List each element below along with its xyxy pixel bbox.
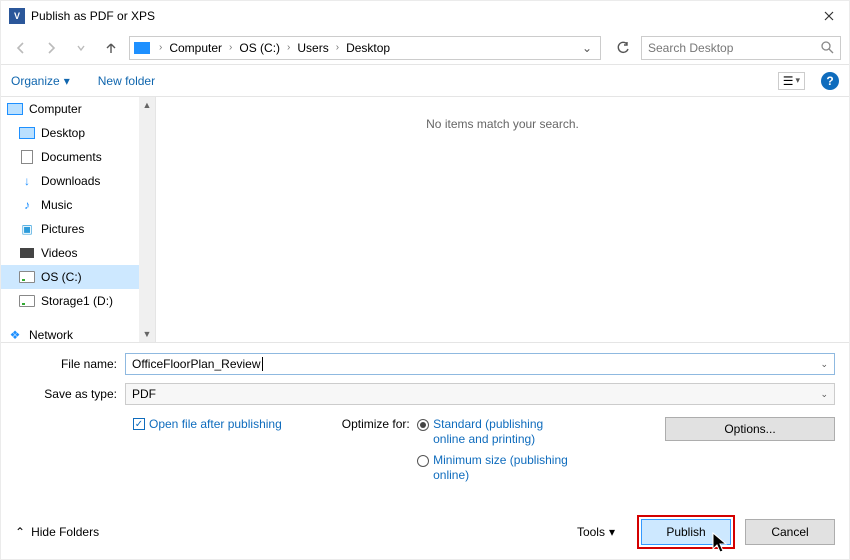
monitor-icon bbox=[134, 42, 150, 54]
optimize-label: Optimize for: bbox=[342, 417, 410, 431]
file-list: No items match your search. bbox=[156, 97, 849, 342]
sidebar-item-computer[interactable]: Computer bbox=[1, 97, 155, 121]
options-button[interactable]: Options... bbox=[665, 417, 835, 441]
video-icon bbox=[20, 248, 34, 258]
hide-folders-button[interactable]: ⌃ Hide Folders bbox=[15, 525, 99, 539]
download-icon: ↓ bbox=[19, 174, 35, 188]
drive-icon bbox=[19, 271, 35, 283]
navigation-sidebar: Computer Desktop Documents ↓Downloads ♪M… bbox=[1, 97, 156, 342]
search-placeholder: Search Desktop bbox=[648, 41, 821, 55]
close-button[interactable] bbox=[809, 1, 849, 31]
sidebar-item-network[interactable]: ❖Network bbox=[1, 323, 155, 342]
desktop-icon bbox=[19, 127, 35, 139]
music-icon: ♪ bbox=[19, 198, 35, 212]
search-input[interactable]: Search Desktop bbox=[641, 36, 841, 60]
app-icon: V bbox=[9, 8, 25, 24]
chevron-right-icon: › bbox=[333, 42, 342, 53]
list-icon: ☰ bbox=[783, 74, 794, 88]
nav-back-button[interactable] bbox=[9, 36, 33, 60]
savetype-label: Save as type: bbox=[15, 387, 125, 401]
optimize-minimum-radio[interactable]: Minimum size (publishing online) bbox=[417, 453, 573, 483]
nav-forward-button[interactable] bbox=[39, 36, 63, 60]
breadcrumb-segment[interactable]: OS (C:) bbox=[235, 41, 284, 55]
chevron-right-icon: › bbox=[156, 42, 165, 53]
sidebar-item-desktop[interactable]: Desktop bbox=[1, 121, 155, 145]
organize-menu[interactable]: Organize▾ bbox=[11, 74, 70, 88]
filename-input[interactable]: OfficeFloorPlan_Review ⌄ bbox=[125, 353, 835, 375]
breadcrumb-segment[interactable]: Computer bbox=[165, 41, 226, 55]
chevron-down-icon[interactable]: ⌄ bbox=[820, 389, 828, 400]
checkbox-checked-icon: ✓ bbox=[133, 418, 145, 430]
sidebar-item-documents[interactable]: Documents bbox=[1, 145, 155, 169]
network-icon: ❖ bbox=[7, 328, 23, 342]
publish-button[interactable]: Publish bbox=[641, 519, 731, 545]
open-after-checkbox[interactable]: ✓ Open file after publishing bbox=[133, 417, 282, 431]
text-cursor bbox=[262, 357, 263, 371]
chevron-down-icon: ▾ bbox=[64, 74, 70, 88]
search-icon bbox=[821, 41, 834, 54]
chevron-down-icon[interactable]: ⌄ bbox=[820, 359, 828, 370]
breadcrumb-segment[interactable]: Desktop bbox=[342, 41, 394, 55]
help-button[interactable]: ? bbox=[821, 72, 839, 90]
breadcrumb-segment[interactable]: Users bbox=[293, 41, 332, 55]
radio-unselected-icon bbox=[417, 455, 429, 467]
sidebar-item-videos[interactable]: Videos bbox=[1, 241, 155, 265]
filename-label: File name: bbox=[15, 357, 125, 371]
pictures-icon: ▣ bbox=[19, 222, 35, 236]
scroll-down-icon[interactable]: ▼ bbox=[139, 326, 155, 342]
savetype-select[interactable]: PDF ⌄ bbox=[125, 383, 835, 405]
optimize-standard-radio[interactable]: Standard (publishing online and printing… bbox=[417, 417, 573, 447]
view-mode-button[interactable]: ☰▾ bbox=[778, 72, 805, 90]
empty-message: No items match your search. bbox=[156, 97, 849, 131]
tools-menu[interactable]: Tools▾ bbox=[577, 525, 615, 539]
chevron-up-icon: ⌃ bbox=[15, 525, 25, 539]
nav-recent-dropdown[interactable] bbox=[69, 36, 93, 60]
refresh-button[interactable] bbox=[611, 36, 635, 60]
scroll-up-icon[interactable]: ▲ bbox=[139, 97, 155, 113]
sidebar-item-osc[interactable]: OS (C:) bbox=[1, 265, 155, 289]
highlight-annotation: Publish bbox=[637, 515, 735, 549]
chevron-right-icon: › bbox=[284, 42, 293, 53]
sidebar-scrollbar[interactable]: ▲ ▼ bbox=[139, 97, 155, 342]
sidebar-item-music[interactable]: ♪Music bbox=[1, 193, 155, 217]
breadcrumb[interactable]: › Computer › OS (C:) › Users › Desktop ⌄ bbox=[129, 36, 601, 60]
nav-up-button[interactable] bbox=[99, 36, 123, 60]
sidebar-item-downloads[interactable]: ↓Downloads bbox=[1, 169, 155, 193]
cancel-button[interactable]: Cancel bbox=[745, 519, 835, 545]
sidebar-item-pictures[interactable]: ▣Pictures bbox=[1, 217, 155, 241]
monitor-icon bbox=[7, 103, 23, 115]
chevron-down-icon[interactable]: ⌄ bbox=[582, 41, 592, 55]
drive-icon bbox=[19, 295, 35, 307]
chevron-down-icon: ▾ bbox=[609, 525, 615, 539]
radio-selected-icon bbox=[417, 419, 429, 431]
sidebar-item-storage1[interactable]: Storage1 (D:) bbox=[1, 289, 155, 313]
document-icon bbox=[21, 150, 33, 164]
chevron-right-icon: › bbox=[226, 42, 235, 53]
new-folder-button[interactable]: New folder bbox=[98, 74, 155, 88]
window-title: Publish as PDF or XPS bbox=[31, 9, 809, 23]
